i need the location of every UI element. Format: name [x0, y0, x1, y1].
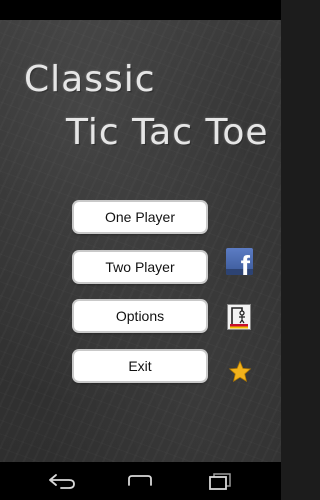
status-bar: [0, 0, 281, 20]
home-icon[interactable]: [125, 470, 155, 492]
one-player-button[interactable]: One Player: [74, 202, 206, 232]
back-icon[interactable]: [47, 470, 77, 492]
navigation-bar: [0, 462, 281, 500]
recent-apps-icon[interactable]: [205, 470, 235, 492]
options-button[interactable]: Options: [74, 301, 206, 331]
exit-button[interactable]: Exit: [74, 351, 206, 381]
hangman-icon[interactable]: [227, 304, 251, 330]
star-icon[interactable]: [228, 360, 252, 384]
facebook-icon[interactable]: f: [226, 248, 253, 275]
two-player-button[interactable]: Two Player: [74, 252, 206, 282]
facebook-f-glyph: f: [240, 250, 250, 276]
title-tic-tac-toe: Tic Tac Toe: [66, 112, 269, 153]
title-classic: Classic: [24, 59, 156, 100]
